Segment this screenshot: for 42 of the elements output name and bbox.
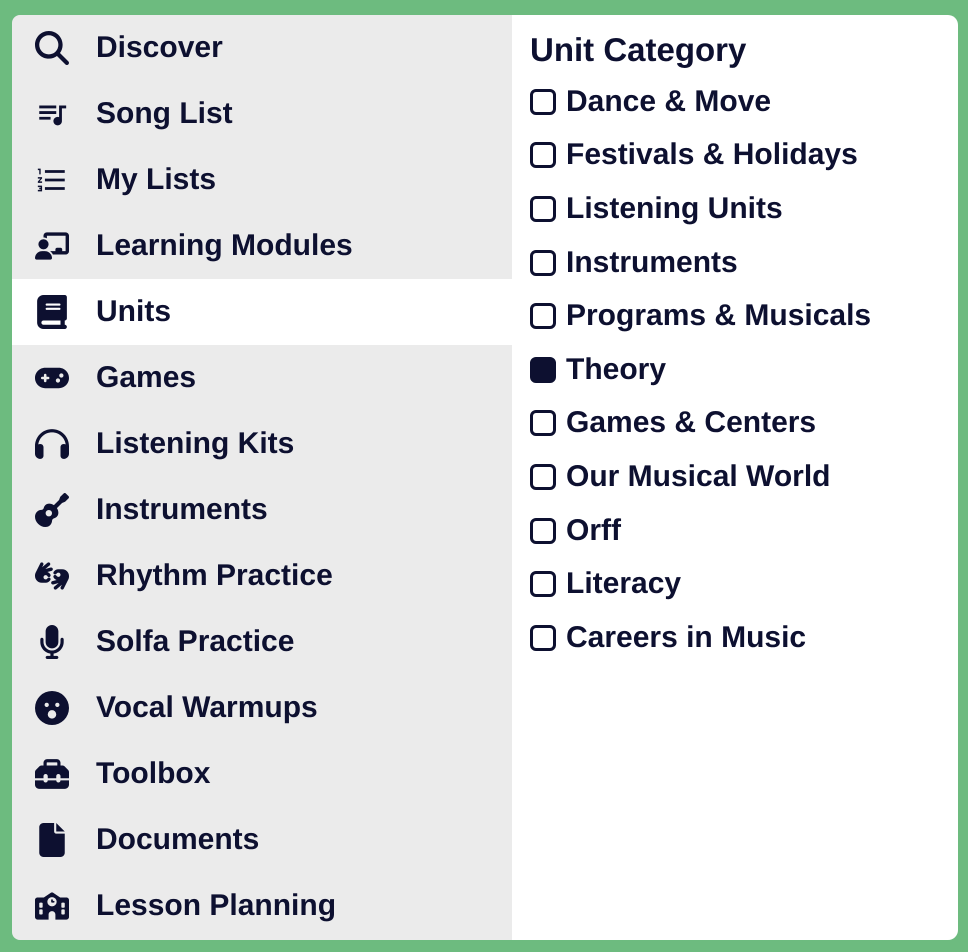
checkbox-label[interactable]: Orff: [566, 514, 621, 548]
sidebar-item[interactable]: Games: [12, 345, 512, 411]
checkbox-label[interactable]: Theory: [566, 352, 666, 387]
checkbox-label[interactable]: Programs & Musicals: [566, 299, 872, 334]
checkbox[interactable]: [530, 356, 556, 383]
sidebar-item[interactable]: Documents: [12, 807, 512, 873]
sidebar-item[interactable]: Vocal Warmups: [12, 675, 512, 741]
sidebar-item[interactable]: Rhythm Practice: [12, 543, 512, 609]
search-icon: [32, 31, 72, 65]
sidebar-item[interactable]: Learning Modules: [12, 213, 512, 279]
sidebar-item[interactable]: Song List: [12, 81, 512, 147]
checkbox-label[interactable]: Our Musical World: [566, 460, 830, 494]
sidebar-item[interactable]: Lesson Planning: [12, 873, 512, 939]
checkbox-label[interactable]: Festivals & Holidays: [566, 138, 858, 172]
checkbox[interactable]: [530, 518, 556, 544]
checkbox[interactable]: [530, 303, 556, 330]
checkbox[interactable]: [530, 571, 556, 598]
checkbox[interactable]: [530, 624, 556, 651]
sidebar-item[interactable]: Solfa Practice: [12, 609, 512, 675]
toolbox-icon: [32, 757, 72, 791]
checkbox-label[interactable]: Careers in Music: [566, 620, 806, 655]
sidebar-item[interactable]: Toolbox: [12, 741, 512, 807]
checkbox-label[interactable]: Listening Units: [566, 192, 783, 226]
sidebar-item[interactable]: My Lists: [12, 147, 512, 213]
checkbox[interactable]: [530, 410, 556, 436]
checkbox[interactable]: [530, 142, 556, 168]
checkbox-label[interactable]: Literacy: [566, 567, 682, 602]
checkbox-label[interactable]: Instruments: [566, 246, 738, 280]
checkbox[interactable]: [530, 88, 556, 115]
checkbox[interactable]: [530, 250, 556, 276]
headphones-icon: [32, 427, 72, 461]
checkbox-label[interactable]: Games & Centers: [566, 406, 816, 440]
sidebar-item[interactable]: Listening Kits: [12, 411, 512, 477]
sidebar-item[interactable]: Units: [12, 279, 512, 345]
checkbox-label[interactable]: Dance & Move: [566, 84, 772, 119]
checkbox[interactable]: [530, 196, 556, 222]
guitar-icon: [32, 493, 72, 527]
sidebar-item[interactable]: Discover: [12, 15, 512, 81]
sidebar-item[interactable]: Instruments: [12, 477, 512, 543]
checkbox[interactable]: [530, 464, 556, 490]
surprised-face-icon: [32, 691, 72, 725]
filter-title: Unit Category: [530, 31, 748, 69]
